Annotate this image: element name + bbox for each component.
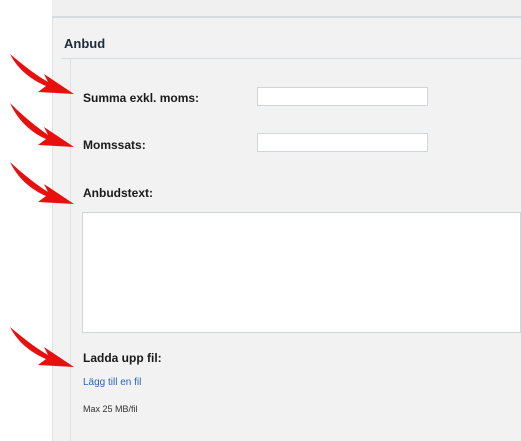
upload-label: Ladda upp fil: <box>83 351 162 365</box>
bid-text-label: Anbudstext: <box>83 186 153 200</box>
bid-text-textarea[interactable] <box>82 212 521 333</box>
max-size-hint: Max 25 MB/fil <box>83 404 138 414</box>
vat-input[interactable] <box>257 133 428 152</box>
previous-section-strip <box>52 0 521 18</box>
red-arrow-icon <box>10 327 74 367</box>
screenshot-stage: Anbud Summa exkl. moms: Momssats: Anbuds… <box>0 0 521 441</box>
amount-label: Summa exkl. moms: <box>83 91 200 105</box>
vat-label: Momssats: <box>83 138 146 152</box>
red-arrow-icon <box>10 162 74 204</box>
amount-input[interactable] <box>257 87 428 106</box>
red-arrow-icon <box>10 103 74 147</box>
red-arrow-icon <box>10 54 74 94</box>
section-title: Anbud <box>64 36 106 51</box>
add-file-link[interactable]: Lägg till en fil <box>83 377 141 388</box>
